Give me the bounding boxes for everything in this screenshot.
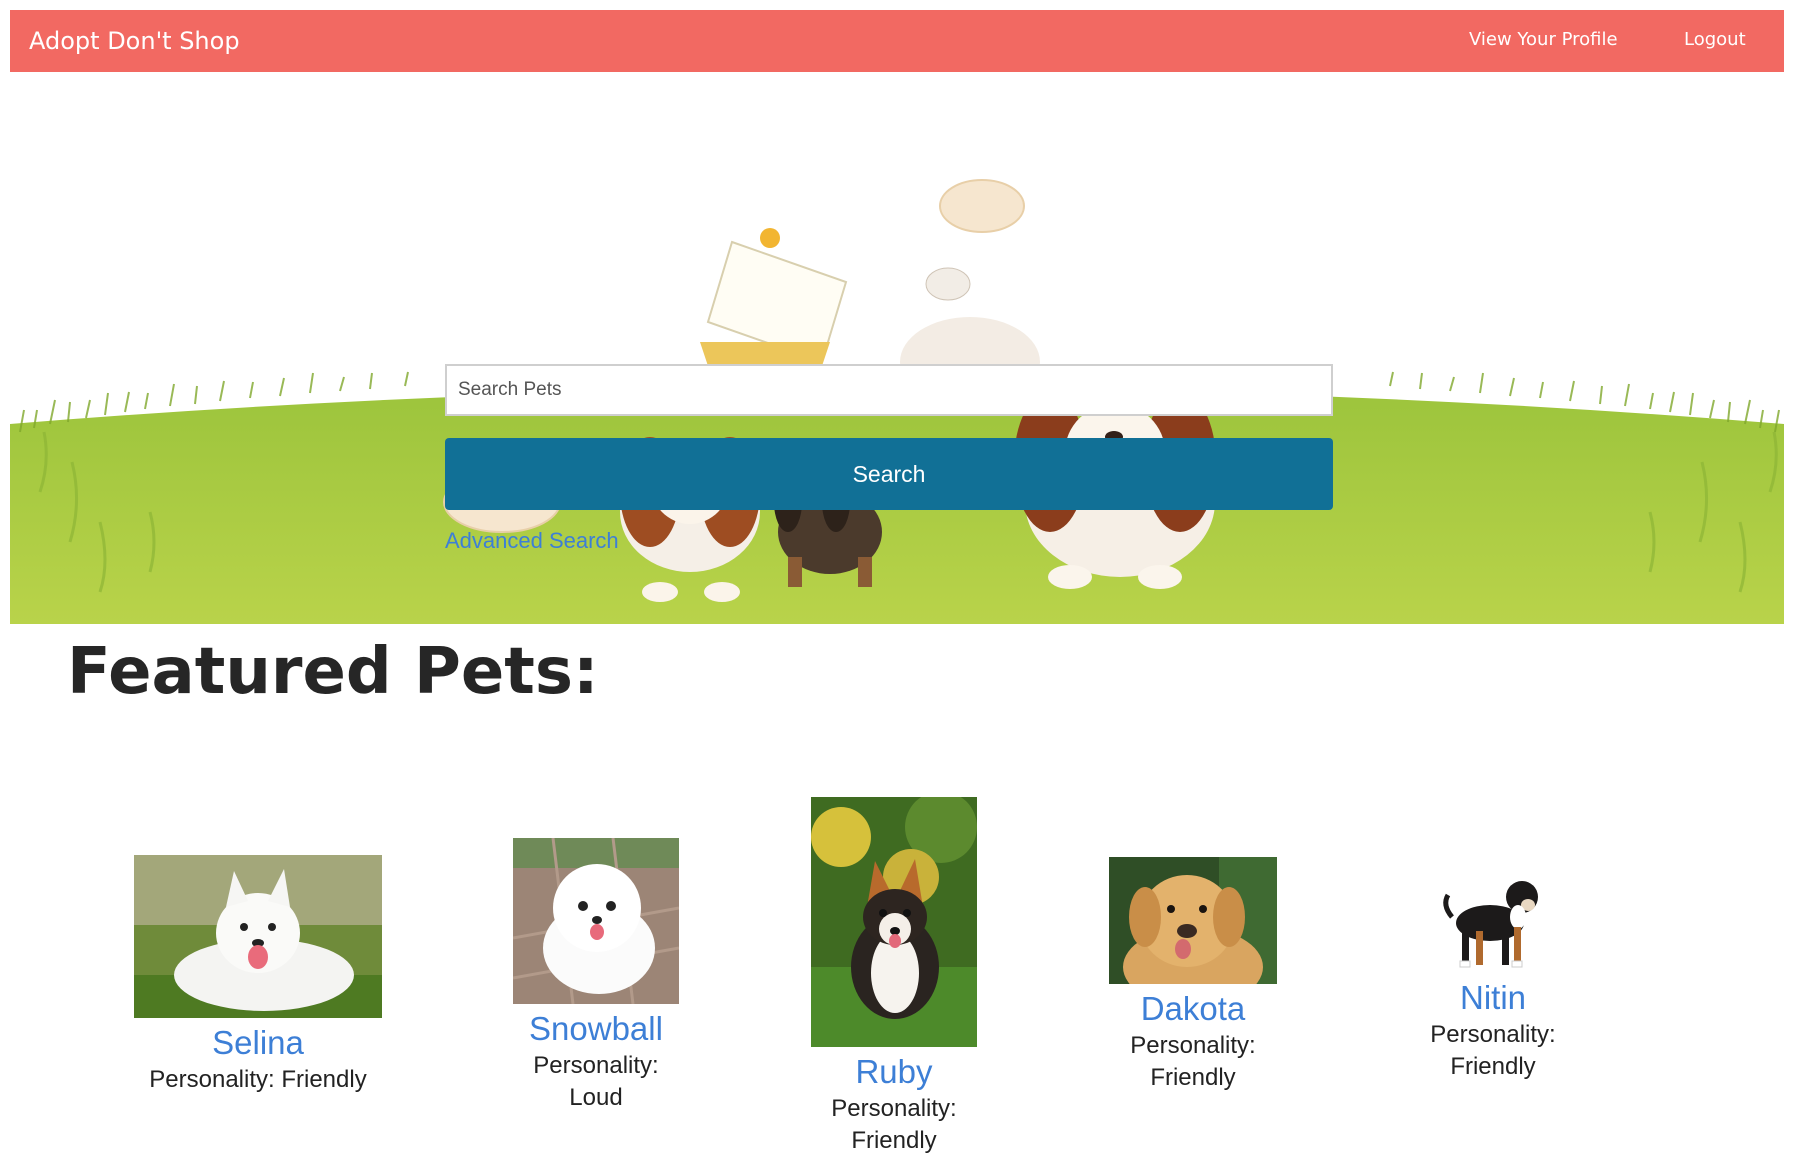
logout-link[interactable]: Logout: [1684, 10, 1746, 70]
pet-name-link[interactable]: Selina: [108, 1024, 408, 1062]
pet-name-link[interactable]: Ruby: [744, 1053, 1044, 1091]
featured-pets-heading: Featured Pets:: [67, 635, 599, 709]
pet-personality: Personality: Friendly: [1430, 1020, 1556, 1080]
top-navbar: Adopt Don't Shop View Your Profile Logou…: [10, 10, 1784, 72]
pet-photo[interactable]: [134, 855, 382, 1018]
hero-illustration: [10, 179, 1784, 624]
hero-banner: Search Advanced Search: [10, 72, 1784, 624]
brand-link[interactable]: Adopt Don't Shop: [29, 10, 240, 72]
pet-personality: Personality: Friendly: [149, 1065, 367, 1093]
pet-photo[interactable]: [513, 838, 679, 1004]
pet-personality: Personality: Friendly: [831, 1094, 957, 1154]
pet-photo[interactable]: [811, 797, 977, 1047]
search-input[interactable]: [445, 364, 1333, 416]
pet-personality: Personality: Friendly: [1130, 1031, 1256, 1091]
pet-photo[interactable]: [1438, 865, 1548, 973]
pet-photo[interactable]: [1109, 857, 1277, 984]
advanced-search-link[interactable]: Advanced Search: [445, 528, 619, 554]
pet-card: Snowball Personality: Loud: [446, 838, 746, 1114]
pet-name-link[interactable]: Dakota: [1043, 990, 1343, 1028]
pet-card: Nitin Personality: Friendly: [1343, 865, 1643, 1083]
pet-name-link[interactable]: Nitin: [1343, 979, 1643, 1017]
pet-card: Selina Personality: Friendly: [108, 855, 408, 1096]
search-button[interactable]: Search: [445, 438, 1333, 510]
pet-personality: Personality: Loud: [533, 1051, 659, 1111]
pet-card: Dakota Personality: Friendly: [1043, 857, 1343, 1094]
pet-name-link[interactable]: Snowball: [446, 1010, 746, 1048]
view-profile-link[interactable]: View Your Profile: [1469, 10, 1618, 70]
pet-card: Ruby Personality: Friendly: [744, 797, 1044, 1157]
